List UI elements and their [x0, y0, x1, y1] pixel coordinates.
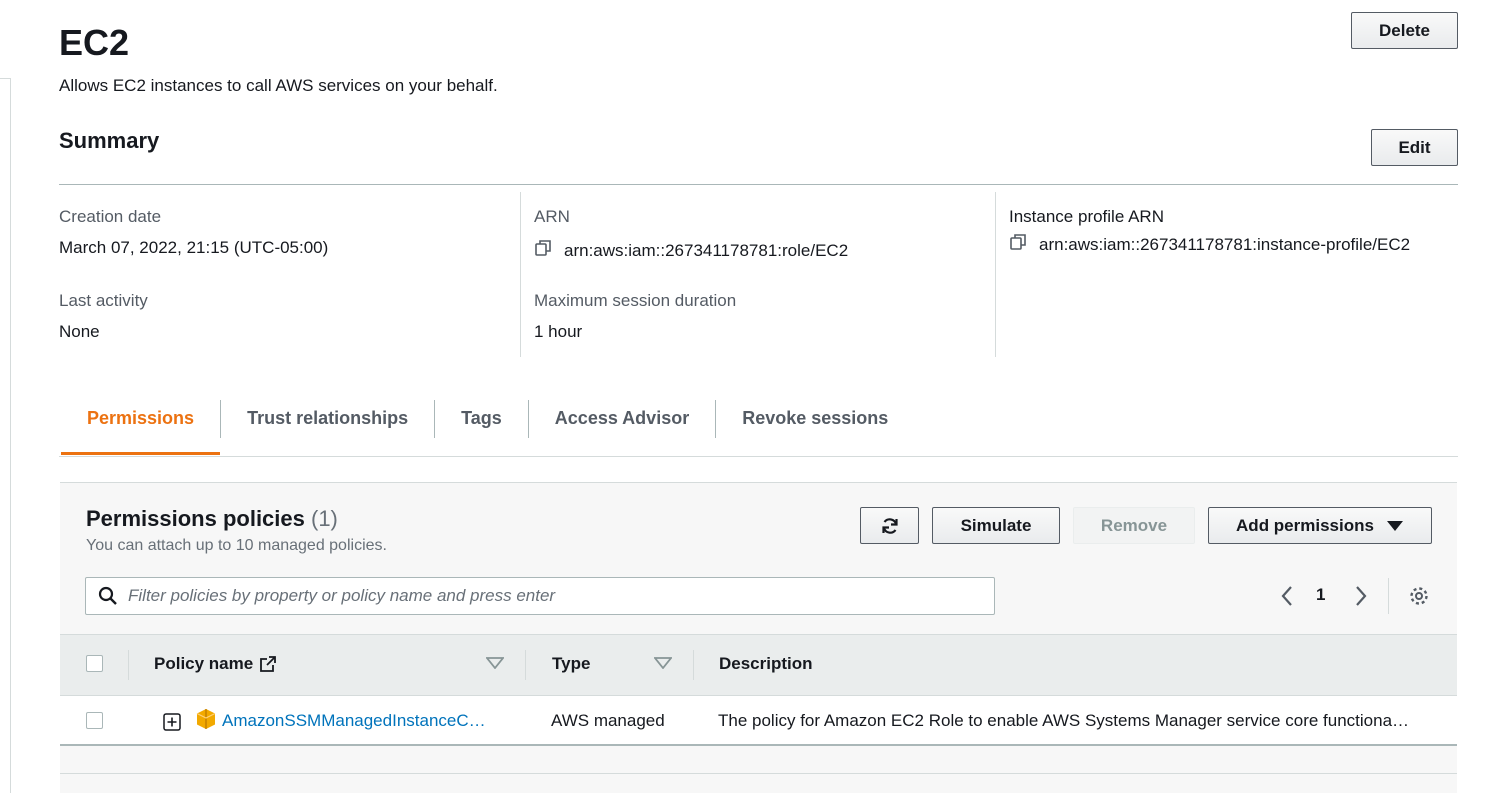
column-header-type[interactable]: Type: [552, 654, 590, 674]
arn-value: arn:aws:iam::267341178781:role/EC2: [564, 240, 849, 260]
copy-icon[interactable]: [534, 238, 554, 263]
summary-column-divider: [995, 192, 996, 357]
policy-filter: [85, 577, 995, 615]
chevron-right-icon[interactable]: [1350, 580, 1372, 612]
tab-tags[interactable]: Tags: [435, 396, 528, 455]
column-header-description: Description: [719, 654, 813, 673]
select-all-checkbox[interactable]: [86, 655, 103, 672]
instance-profile-value: arn:aws:iam::267341178781:instance-profi…: [1039, 234, 1411, 254]
summary-heading: Summary: [59, 128, 160, 153]
gear-icon[interactable]: [1406, 580, 1432, 612]
policy-name-header-label: Policy name: [154, 654, 254, 673]
column-separator: [128, 650, 129, 680]
page-title: EC2: [59, 22, 130, 63]
external-link-icon: [260, 656, 277, 672]
aws-managed-policy-icon: [196, 709, 216, 729]
permissions-policies-description: You can attach up to 10 managed policies…: [86, 537, 387, 554]
delete-button[interactable]: Delete: [1351, 12, 1458, 49]
table-footer-divider: [60, 773, 1457, 774]
policy-description: The policy for Amazon EC2 Role to enable…: [718, 711, 1410, 730]
last-activity-value: None: [59, 322, 100, 341]
pager-divider: [1388, 578, 1389, 614]
search-icon: [98, 586, 117, 605]
add-permissions-label: Add permissions: [1236, 515, 1374, 535]
tab-revoke-sessions[interactable]: Revoke sessions: [716, 396, 914, 455]
tabs-divider: [59, 456, 1458, 457]
instance-profile-field: arn:aws:iam::267341178781:instance-profi…: [1009, 232, 1410, 257]
edit-button[interactable]: Edit: [1371, 129, 1458, 166]
left-border: [10, 78, 11, 793]
tab-bar: Permissions Trust relationships Tags Acc…: [61, 396, 914, 456]
column-separator: [693, 650, 694, 680]
role-description: Allows EC2 instances to call AWS service…: [59, 76, 498, 95]
summary-column-divider: [520, 192, 521, 357]
refresh-button[interactable]: [860, 507, 919, 544]
left-border-tick: [0, 78, 10, 79]
creation-date-label: Creation date: [59, 207, 162, 226]
caret-down-icon: [1386, 520, 1403, 531]
last-activity-label: Last activity: [59, 291, 148, 310]
arn-label: ARN: [534, 207, 570, 226]
copy-icon[interactable]: [1009, 232, 1029, 257]
tab-access-advisor[interactable]: Access Advisor: [529, 396, 715, 455]
summary-divider: [59, 184, 1458, 185]
sort-icon[interactable]: [486, 657, 504, 669]
permissions-policies-heading: Permissions policies: [86, 506, 305, 531]
max-session-value: 1 hour: [534, 322, 583, 341]
search-input[interactable]: [128, 586, 994, 606]
row-checkbox[interactable]: [86, 712, 103, 729]
column-header-policy-name[interactable]: Policy name: [154, 654, 277, 674]
policy-count: (1): [311, 506, 338, 531]
refresh-icon: [881, 517, 898, 534]
column-separator: [525, 650, 526, 680]
policy-type: AWS managed: [551, 711, 665, 730]
add-permissions-button[interactable]: Add permissions: [1208, 507, 1432, 544]
tab-trust-relationships[interactable]: Trust relationships: [221, 396, 434, 455]
page-number[interactable]: 1: [1316, 585, 1325, 605]
max-session-label: Maximum session duration: [534, 291, 737, 310]
arn-field: arn:aws:iam::267341178781:role/EC2: [534, 238, 848, 263]
permissions-policies-title: Permissions policies (1): [86, 506, 338, 532]
policy-name-link[interactable]: AmazonSSMManagedInstanceC…: [222, 711, 497, 731]
simulate-button[interactable]: Simulate: [932, 507, 1060, 544]
remove-button[interactable]: Remove: [1073, 507, 1195, 544]
creation-date-value: March 07, 2022, 21:15 (UTC-05:00): [59, 238, 329, 257]
sort-icon[interactable]: [654, 657, 672, 669]
chevron-left-icon[interactable]: [1276, 580, 1298, 612]
tab-permissions[interactable]: Permissions: [61, 396, 221, 455]
instance-profile-label: Instance profile ARN: [1009, 207, 1164, 226]
expand-icon[interactable]: [163, 713, 181, 731]
